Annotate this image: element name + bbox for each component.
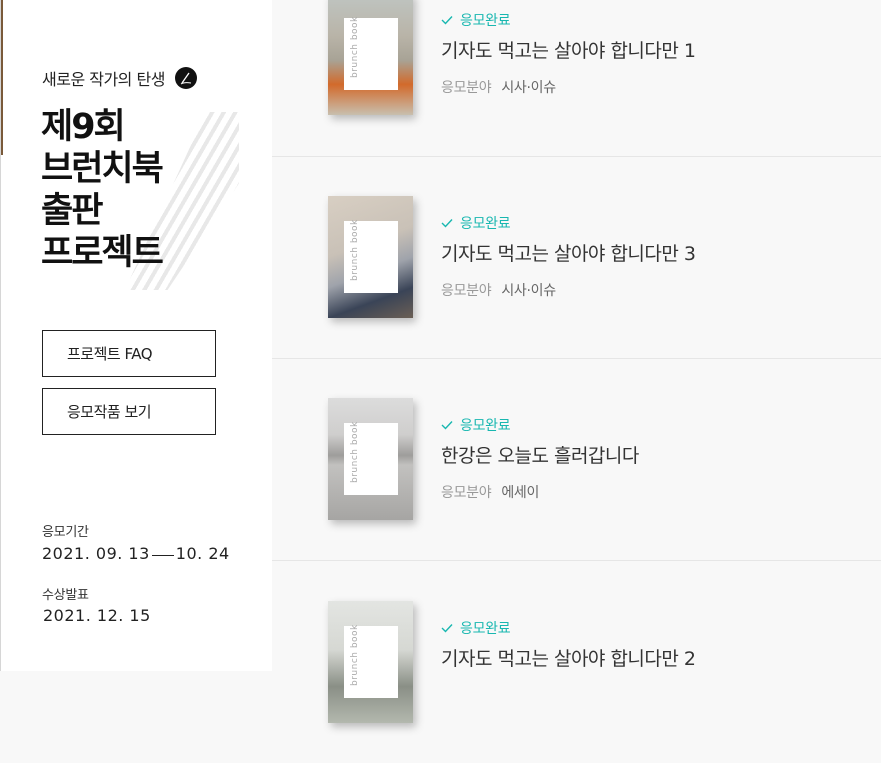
tagline-text: 새로운 작가의 탄생 — [42, 70, 165, 89]
field-label: 응모분야 — [441, 485, 492, 501]
list-item[interactable]: brunch book 응모완료 한강은 오늘도 흘러갑니다 응모분야 에세이 — [272, 359, 881, 561]
list-item[interactable]: brunch book 응모완료 기자도 먹고는 살아야 합니다만 3 응모분야… — [272, 157, 881, 359]
book-cover[interactable]: brunch book — [328, 196, 413, 318]
status-text: 응모완료 — [460, 621, 511, 637]
title-line: 브런치북 — [41, 149, 164, 189]
entry-list: brunch book 응모완료 기자도 먹고는 살아야 합니다만 1 응모분야… — [272, 0, 881, 723]
period-label: 응모기간 — [42, 525, 89, 540]
title-line: 출판 — [41, 191, 103, 231]
cover-text: brunch book — [350, 421, 360, 483]
field-value: 에세이 — [501, 485, 540, 501]
view-entries-button[interactable]: 응모작품 보기 — [42, 388, 216, 435]
check-icon — [441, 624, 453, 633]
period-dash — [151, 555, 174, 556]
title-line: 제9회 — [41, 107, 126, 147]
check-icon — [441, 219, 453, 228]
status-badge: 응모완료 — [441, 618, 511, 638]
award-date: 2021. 12. 15 — [43, 606, 151, 625]
field-value: 시사·이슈 — [501, 283, 556, 299]
list-item[interactable]: brunch book 응모완료 기자도 먹고는 살아야 합니다만 2 — [272, 561, 881, 763]
book-cover[interactable]: brunch book — [328, 398, 413, 520]
pen-icon — [174, 67, 197, 89]
status-text: 응모완료 — [460, 216, 511, 232]
book-title[interactable]: 기자도 먹고는 살아야 합니다만 1 — [441, 36, 696, 63]
cover-label: brunch book — [344, 421, 398, 495]
field-value: 시사·이슈 — [501, 80, 556, 96]
tagline: 새로운 작가의 탄생 — [42, 66, 197, 90]
entry-meta: 응모분야 시사·이슈 — [441, 280, 556, 300]
status-badge: 응모완료 — [441, 10, 511, 30]
check-icon — [441, 421, 453, 430]
cover-text: brunch book — [350, 219, 360, 281]
book-title[interactable]: 기자도 먹고는 살아야 합니다만 2 — [441, 644, 696, 671]
check-icon — [441, 16, 453, 25]
status-text: 응모완료 — [460, 418, 511, 434]
cover-label: brunch book — [344, 219, 398, 293]
entry-meta: 응모분야 시사·이슈 — [441, 77, 556, 97]
book-title[interactable]: 한강은 오늘도 흘러갑니다 — [441, 441, 639, 468]
status-badge: 응모완료 — [441, 213, 511, 233]
project-title: 제9회 브런치북 출판 프로젝트 — [41, 106, 164, 274]
book-cover[interactable]: brunch book — [328, 601, 413, 723]
sidebar: 새로운 작가의 탄생 제9회 브런치북 출판 프로젝트 프로젝트 FAQ 응모작… — [0, 0, 272, 671]
entry-meta: 응모분야 에세이 — [441, 482, 539, 502]
period-start: 2021. 09. 13 — [42, 544, 150, 563]
cover-text: brunch book — [350, 624, 360, 686]
cover-text: brunch book — [350, 16, 360, 78]
period-end: 10. 24 — [175, 544, 230, 563]
field-label: 응모분야 — [441, 283, 492, 299]
list-item[interactable]: brunch book 응모완료 기자도 먹고는 살아야 합니다만 1 응모분야… — [272, 0, 881, 157]
window-edge — [1, 0, 3, 155]
period-value: 2021. 09. 13 10. 24 — [42, 544, 230, 563]
status-text: 응모완료 — [460, 13, 511, 29]
award-label: 수상발표 — [42, 588, 89, 603]
title-line: 프로젝트 — [41, 233, 164, 273]
book-title[interactable]: 기자도 먹고는 살아야 합니다만 3 — [441, 239, 696, 266]
status-badge: 응모완료 — [441, 415, 511, 435]
faq-button[interactable]: 프로젝트 FAQ — [42, 330, 216, 377]
cover-label: brunch book — [344, 624, 398, 698]
book-cover[interactable]: brunch book — [328, 0, 413, 115]
cover-label: brunch book — [344, 16, 398, 90]
field-label: 응모분야 — [441, 80, 492, 96]
